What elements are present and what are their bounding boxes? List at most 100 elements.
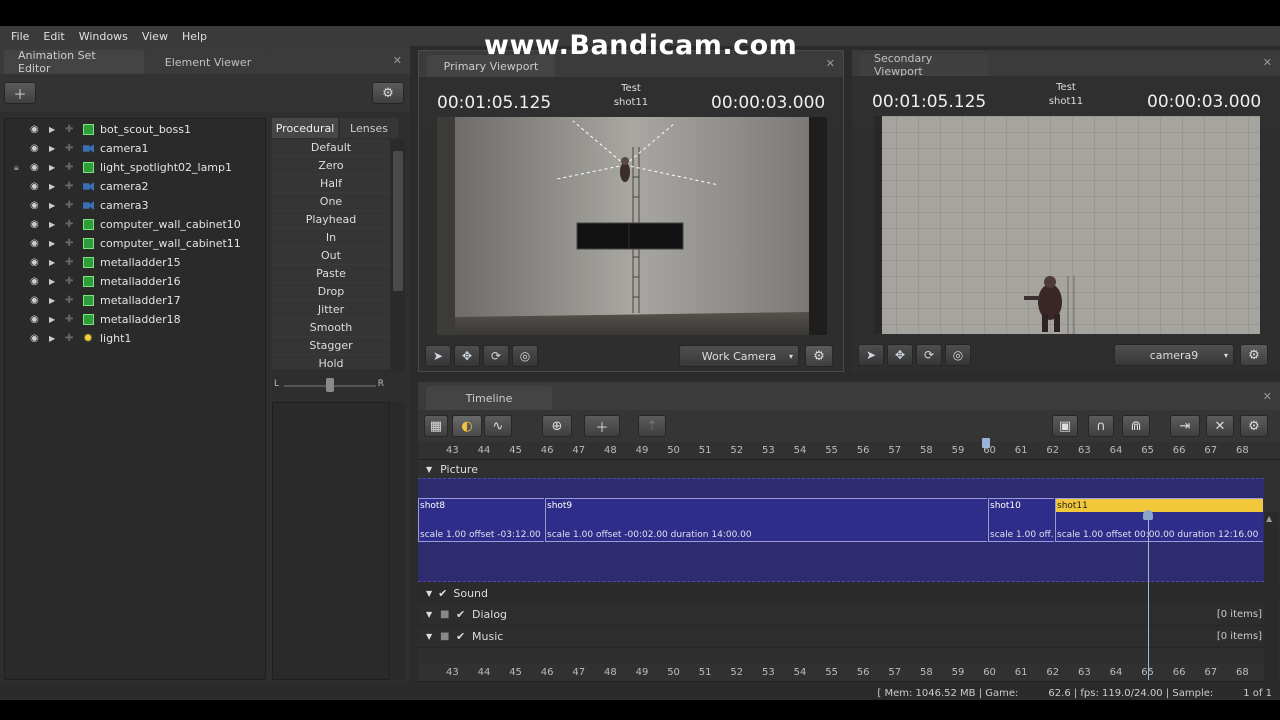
eye-icon[interactable]: ◉	[30, 314, 39, 325]
add-icon[interactable]: ✚	[65, 314, 73, 325]
tree-item[interactable]: ◉ ▶ ✚ bot_scout_boss1	[5, 120, 265, 139]
splitter[interactable]	[266, 118, 270, 682]
tree-item[interactable]: 🔒︎ ◉ ▶ ✚ light_spotlight02_lamp1	[5, 158, 265, 177]
check-icon[interactable]: ✔	[456, 608, 465, 621]
viewport-settings-button[interactable]: ⚙	[1240, 344, 1268, 366]
expand-arrow-icon[interactable]: ▶	[49, 334, 55, 343]
add-track-button[interactable]: ＋	[584, 415, 620, 437]
eye-icon[interactable]: ◉	[30, 276, 39, 287]
clip-shot11[interactable]: shot11 scale 1.00 offset 00:00.00 durati…	[1055, 498, 1263, 542]
add-icon[interactable]: ✚	[65, 200, 73, 211]
chevron-down-icon[interactable]: ▼	[426, 610, 432, 619]
procedural-item[interactable]: Stagger	[272, 337, 390, 355]
eye-icon[interactable]: ◉	[30, 143, 39, 154]
chevron-down-icon[interactable]: ▼	[426, 632, 432, 641]
eye-icon[interactable]: ◉	[30, 238, 39, 249]
motion-editor-button[interactable]: ◐	[452, 415, 482, 437]
tree-item[interactable]: ◉ ▶ ✚ metalladder16	[5, 272, 265, 291]
close-icon[interactable]: ✕	[1263, 390, 1272, 403]
slider-handle[interactable]	[326, 378, 334, 392]
add-icon[interactable]: ✚	[65, 162, 73, 173]
camera-dropdown[interactable]: Work Camera ▾	[679, 345, 799, 367]
add-icon[interactable]: ✚	[65, 124, 73, 135]
lr-slider[interactable]: L R	[272, 374, 398, 396]
lock-icon[interactable]: 🔒︎	[14, 163, 19, 173]
tab-procedural[interactable]: Procedural	[272, 118, 338, 138]
check-icon[interactable]: ✔	[438, 587, 447, 600]
rotate-tool-button[interactable]: ⟳	[483, 345, 509, 367]
procedural-scrollbar[interactable]	[391, 139, 405, 371]
select-tool-button[interactable]: ➤	[425, 345, 451, 367]
scroll-up-icon[interactable]: ▲	[1266, 514, 1272, 523]
expand-arrow-icon[interactable]: ▶	[49, 163, 55, 172]
pivot-tool-button[interactable]: ◎	[512, 345, 538, 367]
tree-item[interactable]: ◉ ▶ ✚ metalladder18	[5, 310, 265, 329]
tab-timeline[interactable]: Timeline	[426, 386, 552, 410]
secondary-viewport-render[interactable]	[874, 116, 1260, 334]
procedural-item[interactable]: Jitter	[272, 301, 390, 319]
tab-animation-set-editor[interactable]: Animation Set Editor	[4, 49, 144, 75]
up-level-button[interactable]: ⇡	[638, 415, 666, 437]
expand-arrow-icon[interactable]: ▶	[49, 144, 55, 153]
eye-icon[interactable]: ◉	[30, 295, 39, 306]
procedural-item[interactable]: One	[272, 193, 390, 211]
picture-track-header[interactable]: ▼ Picture	[418, 460, 1280, 478]
tree-item[interactable]: ◉ ▶ ✚ camera1	[5, 139, 265, 158]
go-to-end-button[interactable]: ⇥	[1170, 415, 1200, 437]
expand-arrow-icon[interactable]: ▶	[49, 315, 55, 324]
clip-shot9[interactable]: shot9 scale 1.00 offset -00:02.00 durati…	[545, 498, 987, 542]
expand-arrow-icon[interactable]: ▶	[49, 125, 55, 134]
clip-shot8[interactable]: shot8 scale 1.00 offset -03:12.00 d...	[418, 498, 544, 542]
pivot-tool-button[interactable]: ◎	[945, 344, 971, 366]
tab-lenses[interactable]: Lenses	[340, 118, 398, 138]
tree-item[interactable]: ◉ ▶ ✚ metalladder17	[5, 291, 265, 310]
time-ruler-top[interactable]: 43 44 45 46 47 48 49 50 51 52 53 54 55 56 57 58 59 60 61 62…	[418, 438, 1280, 460]
tree-item[interactable]: ◉ ▶ ✚ camera3	[5, 196, 265, 215]
menu-view[interactable]: View	[135, 30, 175, 43]
tab-element-viewer[interactable]: Element Viewer	[148, 50, 268, 74]
menu-help[interactable]: Help	[175, 30, 214, 43]
move-tool-button[interactable]: ✥	[454, 345, 480, 367]
lock-button[interactable]: ▣	[1052, 415, 1078, 437]
tree-item[interactable]: ◉ ▶ ✚ camera2	[5, 177, 265, 196]
playhead-handle[interactable]	[1143, 510, 1153, 520]
eye-icon[interactable]: ◉	[30, 219, 39, 230]
add-animation-set-button[interactable]: ＋	[4, 82, 36, 104]
menu-edit[interactable]: Edit	[36, 30, 71, 43]
expand-arrow-icon[interactable]: ▶	[49, 201, 55, 210]
procedural-item[interactable]: Playhead	[272, 211, 390, 229]
add-clip-dropdown-button[interactable]: ⊕	[542, 415, 572, 437]
procedural-item[interactable]: Default	[272, 139, 390, 157]
move-tool-button[interactable]: ✥	[887, 344, 913, 366]
settings-button[interactable]: ⚙	[372, 82, 404, 104]
procedural-item[interactable]: Paste	[272, 265, 390, 283]
sound-track-row[interactable]: ▼ ■ ✔ Dialog [0 items]	[418, 604, 1264, 626]
tree-item[interactable]: ◉ ▶ ✚ metalladder15	[5, 253, 265, 272]
eye-icon[interactable]: ◉	[30, 200, 39, 211]
procedural-item[interactable]: Half	[272, 175, 390, 193]
time-ruler-bottom[interactable]: 43 44 45 46 47 48 49 50 51 52 53 54 55 56 57 58 59 60 61 62…	[418, 664, 1264, 682]
viewport-settings-button[interactable]: ⚙	[805, 345, 833, 367]
tree-item[interactable]: ◉ ▶ ✚ ✹ light1	[5, 329, 265, 348]
rotate-tool-button[interactable]: ⟳	[916, 344, 942, 366]
eye-icon[interactable]: ◉	[30, 257, 39, 268]
scrollbar-thumb[interactable]	[393, 151, 403, 291]
add-icon[interactable]: ✚	[65, 181, 73, 192]
add-icon[interactable]: ✚	[65, 333, 73, 344]
chevron-down-icon[interactable]: ▼	[426, 465, 432, 474]
eye-icon[interactable]: ◉	[30, 162, 39, 173]
eye-icon[interactable]: ◉	[30, 333, 39, 344]
expand-arrow-icon[interactable]: ▶	[49, 220, 55, 229]
add-icon[interactable]: ✚	[65, 257, 73, 268]
lock-icon[interactable]: ■	[440, 609, 449, 620]
procedural-item[interactable]: In	[272, 229, 390, 247]
sound-track-row[interactable]: ▼ ■ ✔ Music [0 items]	[418, 626, 1264, 648]
clip-editor-button[interactable]: ▦	[424, 415, 448, 437]
snap-frames-button[interactable]: ⋒	[1122, 415, 1150, 437]
primary-viewport-render[interactable]	[437, 117, 827, 335]
expand-arrow-icon[interactable]: ▶	[49, 258, 55, 267]
add-icon[interactable]: ✚	[65, 276, 73, 287]
sound-track-header[interactable]: ▼ ✔ Sound	[418, 582, 1280, 604]
close-icon[interactable]: ✕	[826, 57, 835, 70]
add-icon[interactable]: ✚	[65, 219, 73, 230]
